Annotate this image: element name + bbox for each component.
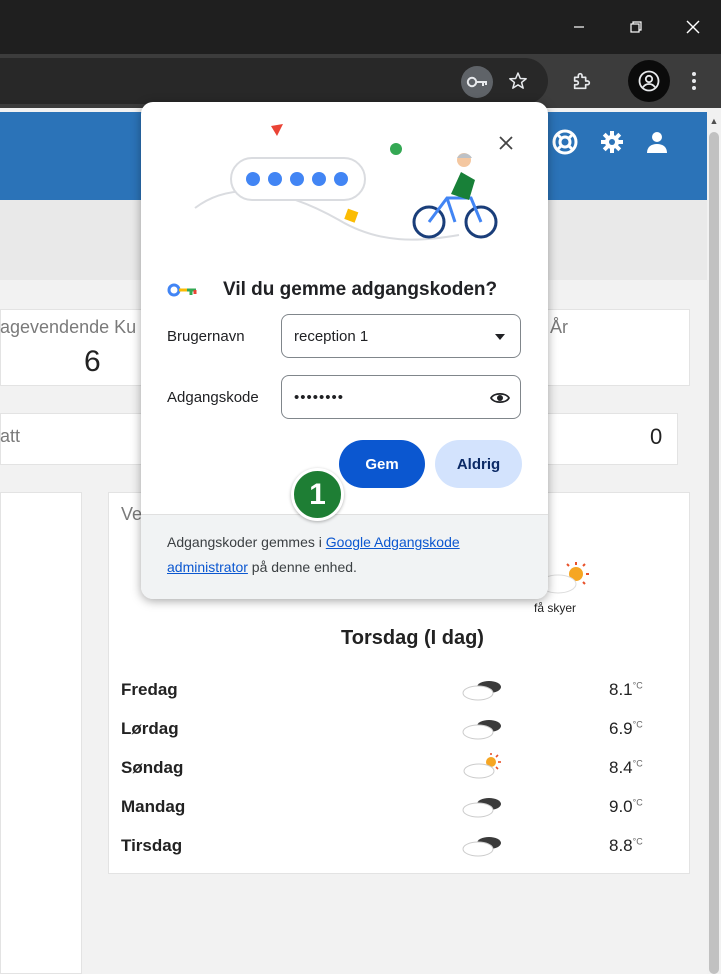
scrollbar-thumb[interactable] <box>709 132 719 974</box>
lifebuoy-icon <box>552 129 578 155</box>
star-icon <box>509 72 527 89</box>
user-menu-button[interactable] <box>643 128 671 156</box>
browser-menu-button[interactable] <box>684 66 704 96</box>
show-password-eye-icon[interactable] <box>490 388 510 408</box>
user-icon <box>647 132 667 153</box>
close-icon <box>686 20 699 34</box>
step-badge: 1 <box>291 468 344 521</box>
forecast-temp-unit: °C <box>632 797 643 808</box>
username-dropdown[interactable] <box>281 314 521 358</box>
save-button[interactable]: Gem <box>339 440 425 488</box>
forecast-row: Søndag 8.4°C <box>121 752 651 782</box>
stat-label-returning: agevendende Ku <box>0 317 137 337</box>
minimize-icon <box>573 26 584 28</box>
current-weather-desc: få skyer <box>534 601 577 615</box>
footer-text: Adgangskoder gemmes i Google Adgangskode… <box>167 530 527 580</box>
password-manager-button[interactable] <box>461 66 493 98</box>
footer-suffix: på denne enhed. <box>247 559 357 575</box>
dialog-footer: Adgangskoder gemmes i Google Adgangskode… <box>141 514 548 599</box>
restore-icon <box>629 21 642 33</box>
extensions-button[interactable] <box>567 66 597 96</box>
close-window-button[interactable] <box>664 0 721 54</box>
gear-icon <box>601 131 623 153</box>
extensions-icon <box>573 72 591 90</box>
key-icon <box>466 76 487 88</box>
forecast-row: Mandag 9.0°C <box>121 791 651 821</box>
forecast-day: Lørdag <box>121 719 179 738</box>
today-label: Torsdag (I dag) <box>341 627 484 649</box>
forecast-temp-value: 8.1 <box>609 680 633 699</box>
stat-value-returning: 6 <box>84 345 101 378</box>
password-illustration <box>194 124 498 241</box>
forecast-temp-unit: °C <box>632 680 643 691</box>
more-vert-icon <box>692 72 696 90</box>
forecast-temp-unit: °C <box>632 758 643 769</box>
dialog-close-button[interactable] <box>493 130 519 156</box>
help-button[interactable] <box>551 128 579 156</box>
close-icon <box>499 136 513 150</box>
save-password-dialog: Vil du gemme adgangskoden? Brugernavn Ad… <box>141 102 548 599</box>
forecast-day: Tirsdag <box>121 836 183 855</box>
stat-label-year: År <box>550 317 568 337</box>
password-field[interactable] <box>281 375 521 419</box>
forecast-row: Fredag 8.1°C <box>121 674 651 704</box>
password-label: Adgangskode <box>167 389 259 406</box>
username-input[interactable] <box>294 325 474 347</box>
cloudy-icon <box>462 798 501 818</box>
left-panel <box>0 492 82 974</box>
forecast-temp: 9.0°C <box>609 797 643 817</box>
username-label: Brugernavn <box>167 328 245 345</box>
forecast-temp: 6.9°C <box>609 719 643 739</box>
profile-button[interactable] <box>628 60 670 102</box>
forecast-day: Søndag <box>121 758 184 777</box>
cloudy-icon <box>462 837 501 857</box>
dropdown-arrow-icon[interactable] <box>490 327 510 347</box>
dialog-title: Vil du gemme adgangskoden? <box>223 279 498 300</box>
forecast-temp-unit: °C <box>632 836 643 847</box>
footer-prefix: Adgangskoder gemmes i <box>167 534 326 550</box>
scroll-up-arrow-icon[interactable]: ▲ <box>707 112 721 130</box>
forecast-temp: 8.8°C <box>609 836 643 856</box>
bookmark-button[interactable] <box>504 66 532 96</box>
forecast-day: Fredag <box>121 680 178 699</box>
minimize-button[interactable] <box>550 0 607 54</box>
settings-button[interactable] <box>598 128 626 156</box>
partly-sunny-icon <box>463 753 501 779</box>
forecast-temp-unit: °C <box>632 719 643 730</box>
weather-title: Ve <box>121 504 143 524</box>
forecast-temp-value: 8.8 <box>609 836 633 855</box>
cloudy-icon <box>462 720 501 740</box>
forecast-row: Tirsdag 8.8°C <box>121 830 651 860</box>
forecast-day: Mandag <box>121 797 186 816</box>
stat-value-3: 0 <box>650 424 663 449</box>
forecast-temp: 8.4°C <box>609 758 643 778</box>
forecast-temp-value: 8.4 <box>609 758 633 777</box>
forecast-temp-value: 9.0 <box>609 797 633 816</box>
forecast-row: Lørdag 6.9°C <box>121 713 651 743</box>
cloudy-icon <box>462 681 501 701</box>
forecast-temp: 8.1°C <box>609 680 643 700</box>
profile-icon <box>638 70 660 92</box>
stat-label-3: att <box>0 426 21 446</box>
restore-button[interactable] <box>607 0 664 54</box>
google-key-icon <box>167 283 197 297</box>
password-input[interactable] <box>294 386 474 408</box>
never-button[interactable]: Aldrig <box>435 440 522 488</box>
forecast-temp-value: 6.9 <box>609 719 633 738</box>
